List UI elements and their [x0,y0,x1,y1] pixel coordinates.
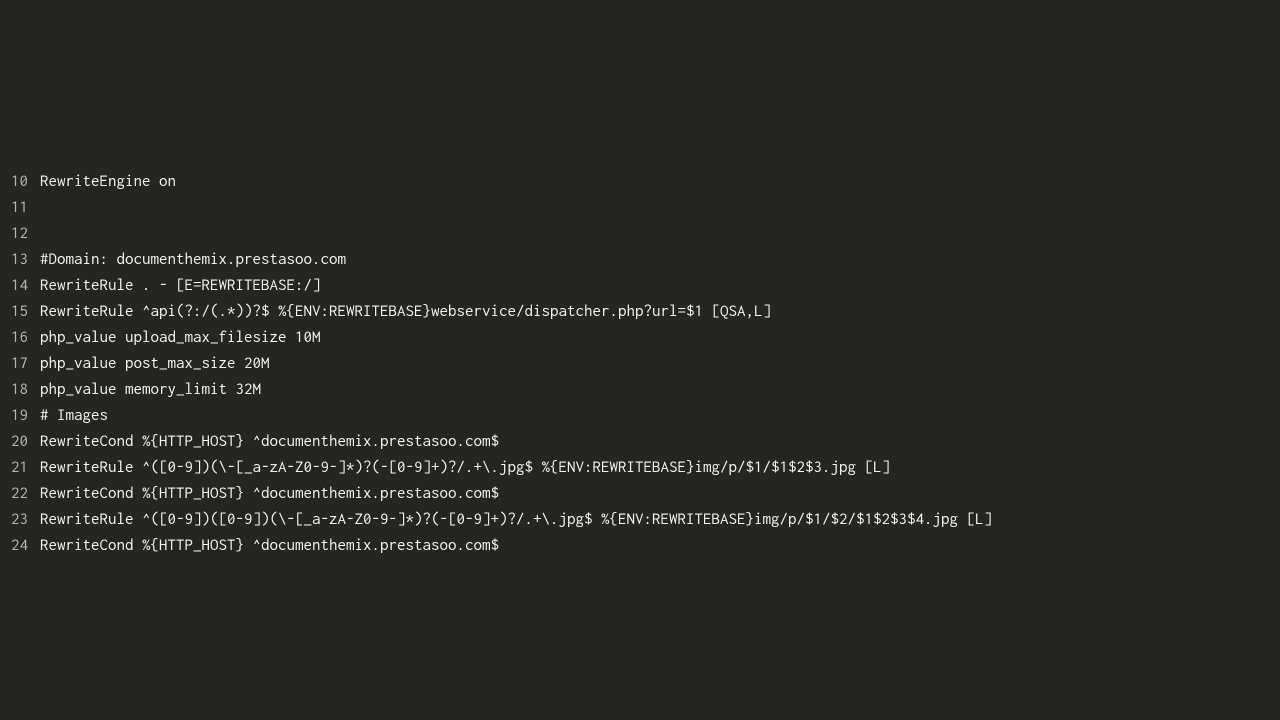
line-number: 17 [0,350,40,376]
line-content[interactable]: RewriteCond %{HTTP_HOST} ^documenthemix.… [40,480,499,506]
line-content[interactable]: RewriteEngine on [40,168,176,194]
code-line[interactable]: 16php_value upload_max_filesize 10M [0,324,1280,350]
code-line[interactable]: 20RewriteCond %{HTTP_HOST} ^documenthemi… [0,428,1280,454]
line-number: 21 [0,454,40,480]
code-line[interactable]: 18php_value memory_limit 32M [0,376,1280,402]
line-content[interactable]: RewriteCond %{HTTP_HOST} ^documenthemix.… [40,428,499,454]
line-number: 12 [0,220,40,246]
line-number: 22 [0,480,40,506]
line-content[interactable]: php_value upload_max_filesize 10M [40,324,321,350]
line-content[interactable]: php_value post_max_size 20M [40,350,270,376]
code-line[interactable]: 19# Images [0,402,1280,428]
line-content[interactable]: RewriteRule . - [E=REWRITEBASE:/] [40,272,321,298]
code-line[interactable]: 14RewriteRule . - [E=REWRITEBASE:/] [0,272,1280,298]
code-line[interactable]: 12 [0,220,1280,246]
code-line[interactable]: 23RewriteRule ^([0-9])([0-9])(\-[_a-zA-Z… [0,506,1280,532]
code-line[interactable]: 15RewriteRule ^api(?:/(.*))?$ %{ENV:REWR… [0,298,1280,324]
code-line[interactable]: 21RewriteRule ^([0-9])(\-[_a-zA-Z0-9-]*)… [0,454,1280,480]
code-editor[interactable]: 10RewriteEngine on111213#Domain: documen… [0,168,1280,558]
code-line[interactable]: 22RewriteCond %{HTTP_HOST} ^documenthemi… [0,480,1280,506]
line-number: 24 [0,532,40,558]
line-content[interactable]: # Images [40,402,108,428]
code-line[interactable]: 13#Domain: documenthemix.prestasoo.com [0,246,1280,272]
line-number: 11 [0,194,40,220]
code-line[interactable]: 17php_value post_max_size 20M [0,350,1280,376]
line-number: 18 [0,376,40,402]
line-number: 15 [0,298,40,324]
line-content[interactable]: php_value memory_limit 32M [40,376,261,402]
line-number: 14 [0,272,40,298]
line-number: 16 [0,324,40,350]
line-content[interactable]: RewriteCond %{HTTP_HOST} ^documenthemix.… [40,532,499,558]
line-number: 20 [0,428,40,454]
line-number: 23 [0,506,40,532]
line-content[interactable]: RewriteRule ^([0-9])(\-[_a-zA-Z0-9-]*)?(… [40,454,890,480]
code-line[interactable]: 11 [0,194,1280,220]
line-content[interactable]: #Domain: documenthemix.prestasoo.com [40,246,346,272]
line-number: 13 [0,246,40,272]
line-number: 19 [0,402,40,428]
code-line[interactable]: 10RewriteEngine on [0,168,1280,194]
line-number: 10 [0,168,40,194]
line-content[interactable]: RewriteRule ^([0-9])([0-9])(\-[_a-zA-Z0-… [40,506,992,532]
line-content[interactable]: RewriteRule ^api(?:/(.*))?$ %{ENV:REWRIT… [40,298,771,324]
code-line[interactable]: 24RewriteCond %{HTTP_HOST} ^documenthemi… [0,532,1280,558]
